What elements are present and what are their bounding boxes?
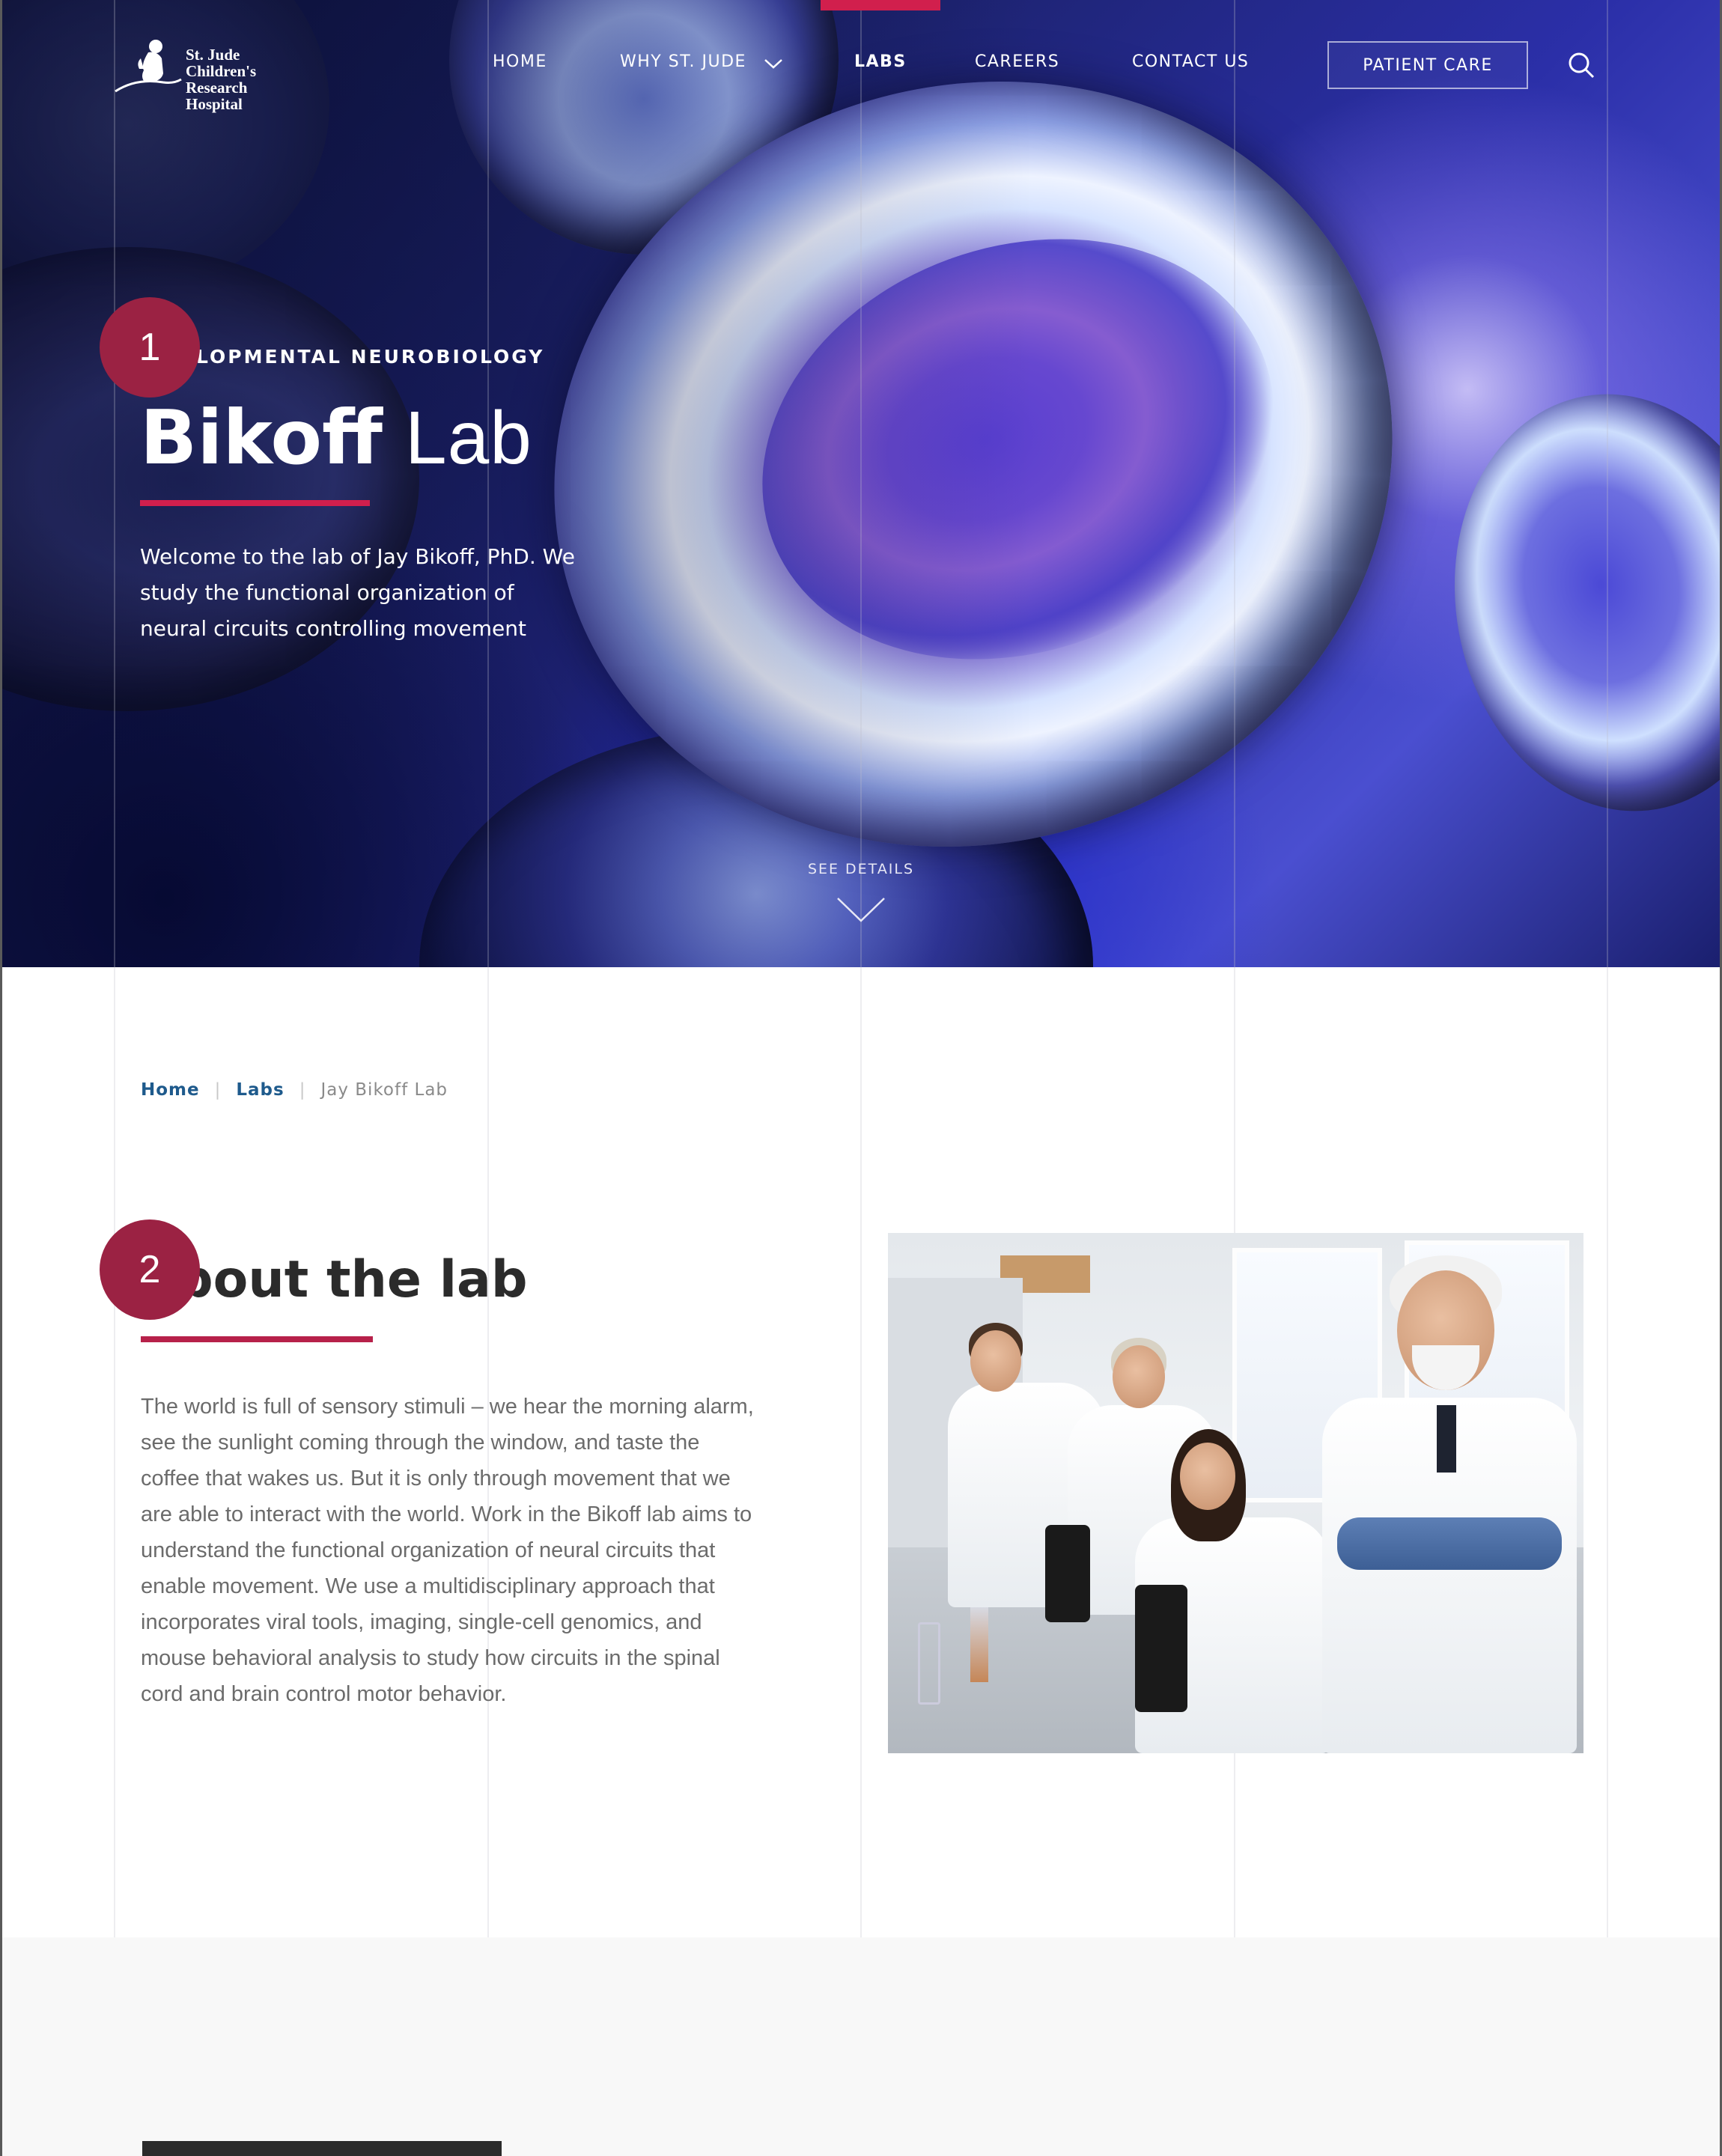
hero-title-light: Lab (405, 396, 532, 480)
section-heading-partial (142, 2141, 502, 2156)
hero-eyebrow: LOPMENTAL NEUROBIOLOGY (196, 346, 545, 368)
breadcrumb-labs[interactable]: Labs (236, 1080, 284, 1100)
grid-guide (1607, 0, 1608, 2156)
st-jude-statue-icon (115, 40, 182, 93)
step-marker: 1 (100, 297, 200, 398)
breadcrumb-separator: | (299, 1080, 306, 1100)
grid-guide (1234, 0, 1235, 2156)
see-details-link[interactable]: SEE DETAILS (749, 861, 973, 877)
nav-why-st-jude[interactable]: WHY ST. JUDE (620, 52, 746, 71)
about-title-underline (141, 1336, 373, 1342)
lower-section (0, 1937, 1722, 2156)
about-body: The world is full of sensory stimuli – w… (141, 1395, 754, 1706)
chevron-down-icon[interactable] (836, 895, 886, 924)
nav-active-indicator (821, 0, 940, 10)
site-logo[interactable]: St. Jude Children's Research Hospital (114, 36, 302, 112)
breadcrumb: Home | Labs | Jay Bikoff Lab (141, 1080, 448, 1100)
hero-title: Bikoff Lab (140, 389, 532, 487)
about-title: bout the lab (177, 1250, 528, 1309)
step-marker: 2 (100, 1219, 200, 1320)
nav-labs[interactable]: LABS (854, 52, 907, 71)
logo-line-1: St. Jude Children's (186, 46, 257, 80)
grid-guide (487, 0, 489, 2156)
photo-glassware (970, 1607, 988, 1682)
hero-title-strong: Bikoff (140, 394, 383, 481)
photo-person-tie (1437, 1405, 1456, 1473)
grid-guide (860, 0, 862, 2156)
logo-line-2: Research Hospital (186, 79, 248, 113)
photo-person-face (970, 1330, 1021, 1392)
hero-description: Welcome to the lab of Jay Bikoff, PhD. W… (140, 544, 575, 641)
photo-person-face (1113, 1345, 1165, 1408)
patient-care-button[interactable]: PATIENT CARE (1327, 41, 1528, 89)
search-icon[interactable] (1567, 51, 1595, 79)
logo-text: St. Jude Children's Research Hospital (186, 46, 302, 112)
photo-microscope (1135, 1585, 1187, 1712)
nav-home[interactable]: HOME (493, 52, 547, 71)
photo-glassware (918, 1622, 940, 1705)
photo-person-face (1180, 1443, 1235, 1510)
photo-person-gloves (1337, 1517, 1562, 1570)
photo-microscope (1045, 1525, 1090, 1622)
breadcrumb-separator: | (214, 1080, 222, 1100)
nav-careers[interactable]: CAREERS (975, 52, 1059, 71)
nav-contact-us[interactable]: CONTACT US (1132, 52, 1249, 71)
chevron-down-icon[interactable] (764, 58, 783, 70)
page-border (0, 0, 2, 2156)
lab-team-photo (888, 1233, 1583, 1753)
breadcrumb-current: Jay Bikoff Lab (320, 1080, 448, 1100)
breadcrumb-home[interactable]: Home (141, 1080, 200, 1100)
hero-title-underline (140, 500, 370, 506)
